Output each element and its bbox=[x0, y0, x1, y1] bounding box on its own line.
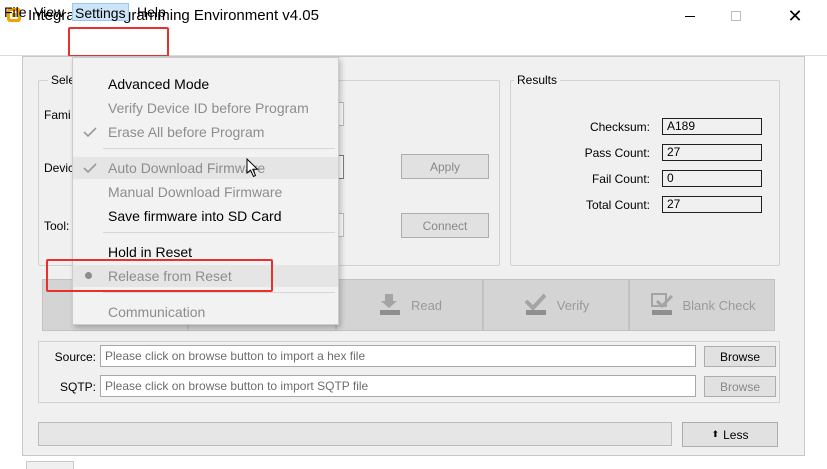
maximize-icon bbox=[731, 11, 741, 21]
blank-check-icon bbox=[650, 293, 673, 315]
menu-separator bbox=[103, 292, 335, 293]
menu-item-erase-all[interactable]: Erase All before Program bbox=[73, 121, 338, 143]
menu-file[interactable]: File bbox=[1, 3, 30, 21]
menu-item-label: Auto Download Firmware bbox=[108, 160, 266, 176]
less-button-label: Less bbox=[723, 427, 749, 442]
menu-help[interactable]: Help bbox=[134, 3, 169, 21]
sqtp-browse-button[interactable]: Browse bbox=[704, 376, 776, 397]
apply-button[interactable]: Apply bbox=[401, 154, 489, 179]
menu-item-manual-download-firmware[interactable]: Manual Download Firmware bbox=[73, 181, 338, 203]
sqtp-input[interactable]: Please click on browse button to import … bbox=[100, 375, 696, 397]
checkmark-icon bbox=[83, 163, 97, 174]
close-button[interactable]: ✕ bbox=[772, 0, 818, 32]
menu-item-communication[interactable]: Communication bbox=[73, 301, 338, 323]
menu-item-label: Verify Device ID before Program bbox=[108, 100, 309, 116]
less-button[interactable]: ⬆ Less bbox=[682, 422, 778, 447]
minimize-button[interactable] bbox=[667, 0, 713, 32]
progress-bar bbox=[38, 422, 672, 446]
source-browse-label: Browse bbox=[719, 349, 760, 364]
checkmark-icon bbox=[83, 127, 97, 138]
menu-item-label: Advanced Mode bbox=[108, 76, 210, 92]
connect-button-label: Connect bbox=[422, 218, 468, 233]
menu-item-verify-device-id[interactable]: Verify Device ID before Program bbox=[73, 97, 338, 119]
total-count-label: Total Count: bbox=[585, 198, 650, 212]
menu-item-label: Communication bbox=[108, 304, 206, 320]
menu-item-save-firmware-sd[interactable]: Save firmware into SD Card bbox=[73, 205, 338, 227]
menu-item-label: Save firmware into SD Card bbox=[108, 208, 282, 224]
sqtp-label: SQTP: bbox=[59, 380, 96, 394]
tool-label: Tool: bbox=[44, 219, 70, 233]
verify-button-label: Verify bbox=[556, 297, 590, 313]
pass-count-value: 27 bbox=[662, 144, 762, 161]
source-label: Source: bbox=[54, 350, 96, 364]
device-label: Devic bbox=[44, 161, 75, 175]
menu-item-label: Manual Download Firmware bbox=[108, 184, 283, 200]
read-chip-icon bbox=[379, 294, 400, 315]
verify-check-icon bbox=[524, 293, 547, 315]
menu-separator bbox=[103, 232, 335, 233]
read-button-label: Read bbox=[410, 297, 443, 313]
blank-check-button[interactable]: Blank Check bbox=[629, 279, 775, 331]
checksum-label: Checksum: bbox=[589, 120, 650, 134]
sqtp-browse-label: Browse bbox=[719, 379, 760, 394]
menu-settings[interactable]: Settings bbox=[72, 3, 129, 21]
verify-button[interactable]: Verify bbox=[483, 279, 629, 331]
results-title: Results bbox=[514, 73, 561, 87]
minimize-icon bbox=[685, 15, 695, 17]
release-highlight-box bbox=[46, 259, 273, 292]
fail-count-label: Fail Count: bbox=[591, 172, 650, 186]
menu-separator bbox=[103, 148, 335, 149]
close-icon: ✕ bbox=[787, 5, 803, 26]
chevron-up-icon: ⬆ bbox=[711, 429, 720, 439]
menu-item-advanced-mode[interactable]: Advanced Mode bbox=[73, 73, 338, 95]
connect-button[interactable]: Connect bbox=[401, 213, 489, 238]
family-label: Fami bbox=[44, 108, 71, 122]
apply-button-label: Apply bbox=[429, 159, 461, 174]
checksum-value: A189 bbox=[662, 118, 762, 135]
source-input[interactable]: Please click on browse button to import … bbox=[100, 345, 696, 367]
bottom-tab bbox=[26, 461, 74, 469]
menu-item-label: Erase All before Program bbox=[108, 124, 265, 140]
pass-count-label: Pass Count: bbox=[584, 146, 650, 160]
mouse-pointer-icon bbox=[246, 158, 259, 178]
source-browse-button[interactable]: Browse bbox=[704, 346, 776, 367]
total-count-value: 27 bbox=[662, 196, 762, 213]
menu-item-label: Hold in Reset bbox=[108, 244, 193, 260]
read-button[interactable]: Read bbox=[336, 279, 483, 331]
menu-item-auto-download-firmware[interactable]: Auto Download Firmware bbox=[73, 157, 338, 179]
blank-check-button-label: Blank Check bbox=[682, 297, 756, 313]
fail-count-value: 0 bbox=[662, 170, 762, 187]
maximize-button[interactable] bbox=[713, 0, 759, 32]
settings-highlight-box bbox=[68, 27, 169, 57]
window-bottom-strip bbox=[0, 456, 827, 469]
menu-view[interactable]: View bbox=[31, 3, 67, 21]
